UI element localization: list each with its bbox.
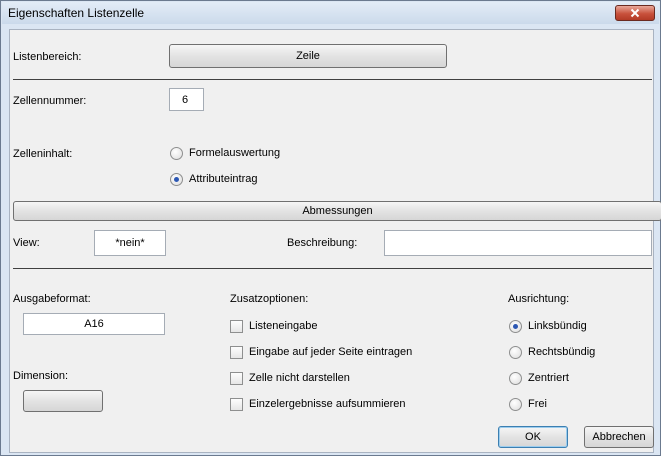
ausrichtung-label: Ausrichtung:: [508, 293, 570, 305]
radio-rechtsbuendig[interactable]: [509, 346, 522, 359]
ausgabeformat-value: A16: [84, 318, 104, 330]
close-button[interactable]: [615, 5, 655, 21]
separator-middle: [13, 268, 652, 269]
dialog-window: Eigenschaften Listenzelle Listenbereich:…: [0, 0, 661, 456]
radio-linksbuendig[interactable]: [509, 320, 522, 333]
checkbox-eingabe-jede-seite-label[interactable]: Eingabe auf jeder Seite eintragen: [249, 346, 412, 358]
dialog-content: Listenbereich: Zeile Zellennummer: 6 Zel…: [9, 29, 661, 453]
listenbereich-button[interactable]: Zeile: [169, 44, 447, 68]
radio-frei[interactable]: [509, 398, 522, 411]
zelleninhalt-label: Zelleninhalt:: [13, 148, 73, 160]
dimension-label: Dimension:: [13, 370, 69, 382]
checkbox-eingabe-jede-seite[interactable]: [230, 346, 243, 359]
radio-frei-label[interactable]: Frei: [528, 398, 547, 410]
view-field[interactable]: *nein*: [94, 230, 166, 256]
checkbox-listeneingabe-label[interactable]: Listeneingabe: [249, 320, 318, 332]
listenbereich-label: Listenbereich:: [13, 51, 82, 63]
radio-formelauswertung[interactable]: [170, 147, 183, 160]
ausgabeformat-field[interactable]: A16: [23, 313, 165, 335]
checkbox-zelle-nicht-darstellen[interactable]: [230, 372, 243, 385]
radio-attributeintrag[interactable]: [170, 173, 183, 186]
beschreibung-label: Beschreibung:: [287, 237, 358, 249]
zellennummer-label: Zellennummer:: [13, 95, 87, 107]
zellennummer-value: 6: [182, 93, 189, 106]
radio-formelauswertung-label[interactable]: Formelauswertung: [189, 147, 280, 159]
checkbox-zelle-nicht-darstellen-label[interactable]: Zelle nicht darstellen: [249, 372, 350, 384]
window-title: Eigenschaften Listenzelle: [8, 6, 145, 20]
checkbox-einzelergebnisse-label[interactable]: Einzelergebnisse aufsummieren: [249, 398, 406, 410]
zellennummer-field[interactable]: 6: [169, 88, 204, 111]
close-icon: [630, 8, 640, 18]
zusatzoptionen-label: Zusatzoptionen:: [230, 293, 309, 305]
ok-button[interactable]: OK: [498, 426, 568, 448]
radio-zentriert-label[interactable]: Zentriert: [528, 372, 569, 384]
radio-linksbuendig-label[interactable]: Linksbündig: [528, 320, 587, 332]
dimension-button[interactable]: [23, 390, 103, 412]
separator-top: [13, 79, 652, 80]
radio-attributeintrag-label[interactable]: Attributeintrag: [189, 173, 257, 185]
cancel-button[interactable]: Abbrechen: [584, 426, 654, 448]
radio-rechtsbuendig-label[interactable]: Rechtsbündig: [528, 346, 595, 358]
ausgabeformat-label: Ausgabeformat:: [13, 293, 91, 305]
view-label: View:: [13, 237, 40, 249]
checkbox-einzelergebnisse[interactable]: [230, 398, 243, 411]
beschreibung-field[interactable]: [384, 230, 652, 256]
title-bar[interactable]: Eigenschaften Listenzelle: [2, 2, 659, 24]
radio-zentriert[interactable]: [509, 372, 522, 385]
abmessungen-button[interactable]: Abmessungen: [13, 201, 661, 221]
view-value: *nein*: [115, 237, 145, 249]
checkbox-listeneingabe[interactable]: [230, 320, 243, 333]
